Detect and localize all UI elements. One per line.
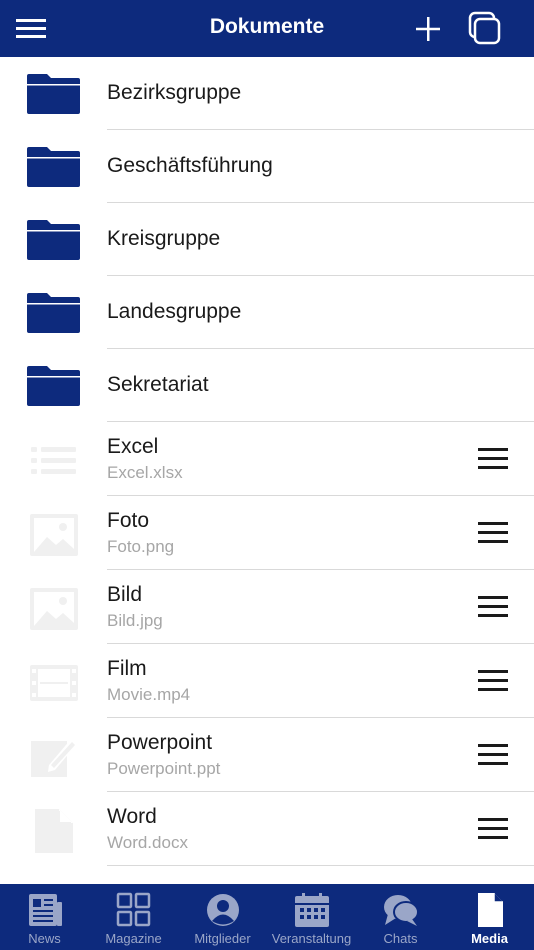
file-title: Bild (107, 583, 143, 606)
tab-news[interactable]: News (0, 884, 89, 950)
file-name: Bild.jpg (107, 611, 163, 630)
more-options-icon[interactable] (478, 447, 510, 471)
file-name: Foto.png (107, 537, 175, 556)
tab-label: News (28, 931, 61, 946)
calendar-icon (293, 892, 331, 928)
grid-icon (115, 892, 153, 928)
folder-item[interactable]: Geschäftsführung (0, 130, 534, 203)
file-item[interactable]: Word Word.docx (0, 792, 534, 866)
page-title: Dokumente (209, 15, 325, 38)
tab-members[interactable]: Mitglieder (178, 884, 267, 950)
list-icon (29, 439, 79, 483)
folder-label: Kreisgruppe (107, 227, 221, 250)
folder-icon (27, 366, 80, 406)
more-options-icon[interactable] (478, 817, 510, 841)
file-title: Powerpoint (107, 731, 213, 754)
tab-label: Mitglieder (194, 931, 251, 946)
tab-events[interactable]: Veranstaltung (267, 884, 356, 950)
file-title: Foto (107, 509, 150, 532)
file-item[interactable]: Bild Bild.jpg (0, 570, 534, 644)
tab-label: Veranstaltung (271, 931, 352, 946)
divider (107, 865, 534, 866)
file-name: Word.docx (107, 833, 188, 852)
file-item[interactable]: Film Movie.mp4 (0, 644, 534, 718)
folder-item[interactable]: Bezirksgruppe (0, 57, 534, 130)
folder-item[interactable]: Sekretariat (0, 349, 534, 422)
file-name: Excel.xlsx (107, 463, 183, 482)
tab-label: Magazine (105, 931, 162, 946)
folder-label: Geschäftsführung (107, 154, 273, 177)
tab-media[interactable]: Media (445, 884, 534, 950)
more-options-icon[interactable] (478, 595, 510, 619)
copy-icon[interactable] (466, 11, 504, 47)
file-title: Word (107, 805, 157, 828)
folder-icon (27, 220, 80, 260)
folder-label: Bezirksgruppe (107, 81, 242, 104)
more-options-icon[interactable] (478, 521, 510, 545)
hamburger-menu-icon[interactable] (14, 14, 50, 44)
top-app-bar: Dokumente (0, 0, 534, 57)
folder-item[interactable]: Kreisgruppe (0, 203, 534, 276)
more-options-icon[interactable] (478, 743, 510, 767)
file-title: Film (107, 657, 147, 680)
user-icon (204, 892, 242, 928)
film-icon (29, 661, 79, 705)
image-icon (29, 587, 79, 631)
newspaper-icon (26, 892, 64, 928)
tab-chats[interactable]: Chats (356, 884, 445, 950)
folder-icon (27, 147, 80, 187)
folder-item[interactable]: Landesgruppe (0, 276, 534, 349)
document-icon (29, 809, 79, 853)
file-name: Powerpoint.ppt (107, 759, 221, 778)
folder-label: Sekretariat (107, 373, 209, 396)
document-icon (471, 892, 509, 928)
folder-icon (27, 74, 80, 114)
edit-icon (29, 735, 79, 779)
file-title: Excel (107, 435, 159, 458)
file-item[interactable]: Excel Excel.xlsx (0, 422, 534, 496)
tab-magazine[interactable]: Magazine (89, 884, 178, 950)
file-name: Movie.mp4 (107, 685, 191, 704)
bottom-tab-bar: News Magazine Mitglieder Veranstaltung C… (0, 884, 534, 950)
folder-label: Landesgruppe (107, 300, 242, 323)
plus-icon[interactable] (410, 12, 446, 46)
document-list: Bezirksgruppe Geschäftsführung Kreisgrup… (0, 57, 534, 866)
image-icon (29, 513, 79, 557)
folder-icon (27, 293, 80, 333)
file-item[interactable]: Foto Foto.png (0, 496, 534, 570)
tab-label: Media (471, 931, 508, 946)
chat-bubbles-icon (382, 892, 420, 928)
tab-label: Chats (383, 931, 418, 946)
more-options-icon[interactable] (478, 669, 510, 693)
file-item[interactable]: Powerpoint Powerpoint.ppt (0, 718, 534, 792)
